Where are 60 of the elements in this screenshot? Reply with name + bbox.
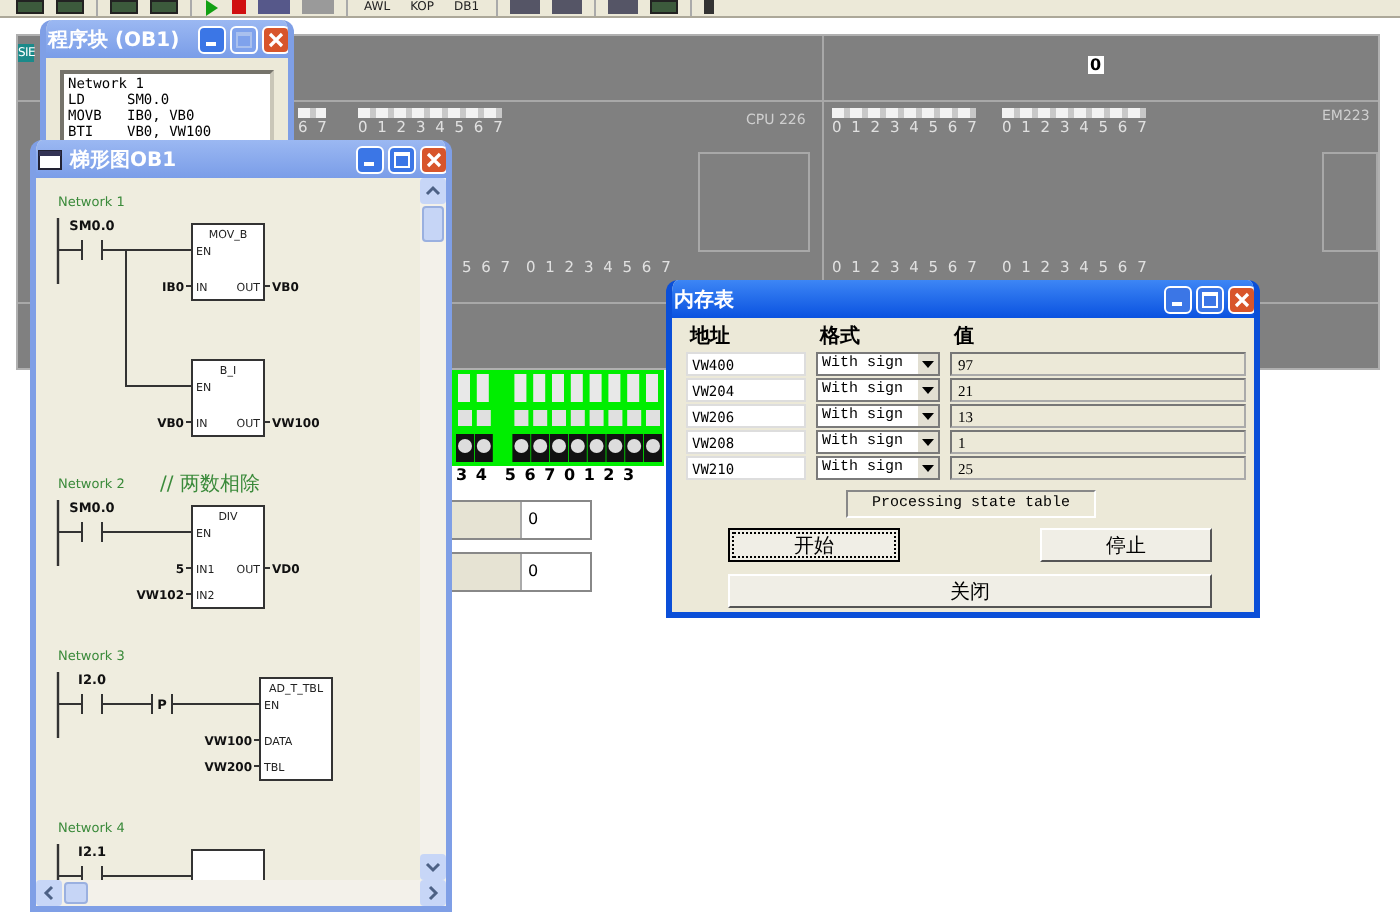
- contact-symbol: [81, 865, 103, 880]
- minimize-button[interactable]: [1164, 285, 1192, 313]
- function-box: [191, 223, 265, 301]
- edge-bar: [171, 693, 173, 715]
- scroll-left-icon[interactable]: [36, 880, 62, 906]
- maximize-button[interactable]: [1196, 285, 1224, 313]
- window-title: 程序块 (OB1): [48, 26, 182, 53]
- function-box: [259, 677, 333, 781]
- contact-symbol: [81, 239, 103, 261]
- module-slot: [698, 152, 810, 252]
- function-box: [191, 359, 265, 437]
- scroll-thumb[interactable]: [64, 882, 88, 904]
- dialog-button[interactable]: 停止: [1040, 528, 1212, 562]
- pin-line: [185, 285, 193, 287]
- close-icon: [268, 31, 284, 47]
- rung-wire: [57, 249, 193, 387]
- network-comment: // 两数相除: [160, 474, 260, 496]
- maximize-icon: [394, 151, 410, 167]
- pin-line: [263, 285, 271, 287]
- column-header: 值: [951, 324, 976, 350]
- contact-symbol: [81, 521, 103, 543]
- vertical-scrollbar[interactable]: [420, 178, 446, 880]
- play-icon[interactable]: [204, 0, 220, 16]
- contact-symbol: [81, 693, 103, 715]
- horizontal-scrollbar[interactable]: [36, 880, 446, 906]
- close-button[interactable]: [1228, 285, 1254, 313]
- minimize-button[interactable]: [356, 145, 384, 173]
- dialog-button[interactable]: 关闭: [728, 574, 1212, 608]
- rung-wire: [57, 875, 193, 877]
- column-header: 地址: [687, 324, 732, 350]
- window-icon: [38, 149, 62, 169]
- terminal-numbers: 3 4: [456, 466, 487, 484]
- maximize-button[interactable]: [388, 145, 416, 173]
- pin-line: [253, 765, 261, 767]
- pin-line: [263, 567, 271, 569]
- window-title: 梯形图OB1: [70, 147, 179, 173]
- close-button[interactable]: [420, 145, 446, 173]
- pin-line: [263, 421, 271, 423]
- scroll-thumb[interactable]: [422, 206, 444, 242]
- rung-wire: [57, 531, 193, 533]
- scroll-up-icon[interactable]: [420, 178, 446, 204]
- close-icon: [426, 151, 442, 167]
- dialog-button[interactable]: 开始: [728, 528, 900, 562]
- maximize-icon: [236, 31, 252, 47]
- minimize-button[interactable]: [198, 25, 226, 53]
- display-value: 0: [1088, 56, 1104, 74]
- scroll-right-icon[interactable]: [420, 880, 446, 906]
- scroll-down-icon[interactable]: [420, 854, 446, 880]
- terminal-numbers: 5 6 7 0 1 2 3: [504, 466, 635, 484]
- function-box: [191, 505, 265, 609]
- pin-line: [185, 593, 193, 595]
- pin-line: [185, 567, 193, 569]
- edge-bar: [151, 693, 153, 715]
- column-header: 格式: [817, 324, 862, 350]
- window-title: 内存表: [674, 287, 736, 313]
- close-button[interactable]: [262, 25, 288, 53]
- pin-line: [185, 421, 193, 423]
- close-icon: [1234, 291, 1250, 307]
- maximize-icon: [1202, 291, 1218, 307]
- pin-line: [253, 739, 261, 741]
